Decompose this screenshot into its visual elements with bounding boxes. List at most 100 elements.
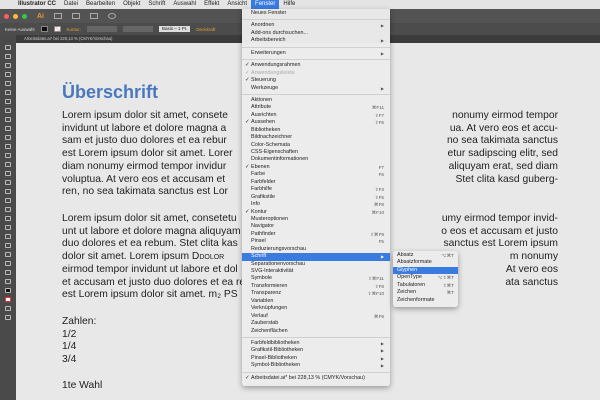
stroke-weight-field[interactable]: [87, 26, 118, 32]
menu-item-symbole[interactable]: Symbole ⇧⌘F11: [242, 275, 390, 282]
menu-item-add-ons-durchsuchen[interactable]: Add-ons durchsuchen...: [242, 30, 390, 37]
menu-item-werkzeuge[interactable]: Werkzeuge ▶: [242, 85, 390, 92]
para1-line-left[interactable]: est Lorem ipsum dolor sit amet. Lorer: [62, 148, 233, 160]
direct-selection-tool-icon[interactable]: [5, 54, 11, 59]
slice-tool-icon[interactable]: [5, 261, 11, 266]
menu-item-navigator[interactable]: Navigator: [242, 223, 390, 230]
menu-item-zauberstab[interactable]: Zauberstab: [242, 320, 390, 327]
artboard-tool-icon[interactable]: [5, 252, 11, 257]
mesh-tool-icon[interactable]: [5, 198, 11, 203]
menu-auswahl[interactable]: Auswahl: [169, 0, 200, 9]
minimize-window-button[interactable]: [13, 13, 18, 19]
menu-item-reduzierungsvorschau[interactable]: Reduzierungsvorschau: [242, 246, 390, 253]
menu-item-dokumentinformationen[interactable]: Dokumentinformationen: [242, 156, 390, 163]
para2-line-right[interactable]: At vero eos: [506, 264, 558, 276]
menu-effekt[interactable]: Effekt: [200, 0, 223, 9]
menu-illustrator[interactable]: Illustrator CC: [14, 0, 60, 9]
list-line[interactable]: 1/4: [62, 341, 76, 353]
last-line[interactable]: 1te Wahl: [62, 380, 102, 392]
menu-item-variablen[interactable]: Variablen: [242, 298, 390, 305]
stock-icon[interactable]: [72, 13, 80, 19]
eyedropper-tool-icon[interactable]: [5, 216, 11, 221]
shape-builder-tool-icon[interactable]: [5, 180, 11, 185]
brush-select[interactable]: Basis – 1 Pt.: [159, 26, 191, 32]
gpu-icon[interactable]: [108, 13, 116, 19]
para2-line-right[interactable]: m nonumy: [510, 251, 558, 263]
menu-item-farbfeldbibliotheken[interactable]: Farbfeldbibliotheken ▶: [242, 340, 390, 347]
menu-item-css-eigenschaften[interactable]: CSS-Eigenschaften: [242, 149, 390, 156]
menu-item-arbeitsbereich[interactable]: Arbeitsbereich ▶: [242, 37, 390, 44]
menu-item-pathfinder[interactable]: Pathfinder ⇧⌘F9: [242, 231, 390, 238]
menu-objekt[interactable]: Objekt: [119, 0, 144, 9]
drawing-mode-icon[interactable]: [5, 306, 11, 311]
screen-mode-icon[interactable]: [5, 315, 11, 320]
menu-item-symbol-bibliotheken[interactable]: Symbol-Bibliotheken ▶: [242, 362, 390, 369]
list-line[interactable]: Zahlen:: [62, 316, 96, 328]
para1-line-left[interactable]: invidunt ut labore et dolore magna a: [62, 123, 226, 135]
hand-tool-icon[interactable]: [5, 270, 11, 275]
pen-tool-icon[interactable]: [5, 72, 11, 77]
menu-item-neues-fenster[interactable]: Neues Fenster: [242, 10, 390, 17]
para2-line-right[interactable]: umy eirmod tempor invid-: [442, 213, 558, 225]
menu-item-farbe[interactable]: Farbe F6: [242, 171, 390, 178]
graph-tool-icon[interactable]: [5, 243, 11, 248]
menu-item-aussehen[interactable]: ✓ Aussehen ⇧F6: [242, 119, 390, 126]
arrange-documents-icon[interactable]: [90, 13, 98, 19]
menu-item-glyphen[interactable]: Glyphen: [393, 266, 458, 275]
menu-item-grafikstil-bibliotheken[interactable]: Grafikstil-Bibliotheken ▶: [242, 347, 390, 354]
para1-line-right[interactable]: Stet clita kasd guberg-: [456, 174, 558, 186]
scale-tool-icon[interactable]: [5, 153, 11, 158]
menu-item-schrift[interactable]: Schrift ▶: [242, 253, 390, 261]
menu-item-absatzformate[interactable]: Absatzformate: [393, 259, 458, 266]
curvature-tool-icon[interactable]: [5, 81, 11, 86]
menu-item-info[interactable]: Info ⌘F8: [242, 201, 390, 208]
para2-line-left[interactable]: et accusam et justo duo dolores et ea re: [62, 277, 245, 289]
menu-item-kontur[interactable]: ✓ Kontur ⌘F10: [242, 209, 390, 216]
menu-item-zeichen[interactable]: Zeichen ⌘T: [393, 289, 458, 296]
menu-item-bibliotheken[interactable]: Bibliotheken: [242, 127, 390, 134]
menu-item-farbhilfe[interactable]: Farbhilfe ⇧F3: [242, 186, 390, 193]
menu-item-bildnachzeichner[interactable]: Bildnachzeichner: [242, 134, 390, 141]
fill-swatch[interactable]: [40, 26, 48, 32]
menu-item-ebenen[interactable]: ✓ Ebenen F7: [242, 164, 390, 171]
menu-ansicht[interactable]: Ansicht: [223, 0, 251, 9]
para1-line-right[interactable]: ua. At vero eos et accu-: [450, 123, 558, 135]
para1-line-right[interactable]: etur sadipscing elitr, sed: [448, 148, 558, 160]
eraser-tool-icon[interactable]: [5, 135, 11, 140]
zoom-window-button[interactable]: [22, 13, 27, 19]
menu-item-aktionen[interactable]: Aktionen: [242, 97, 390, 104]
line-tool-icon[interactable]: [5, 99, 11, 104]
menu-item-pinsel[interactable]: Pinsel F5: [242, 238, 390, 245]
perspective-tool-icon[interactable]: [5, 189, 11, 194]
magic-wand-tool-icon[interactable]: [5, 63, 11, 68]
fill-color-icon[interactable]: [5, 288, 11, 293]
opacity-label[interactable]: Deckkraft: [196, 27, 215, 32]
gradient-tool-icon[interactable]: [5, 207, 11, 212]
menu-item-musteroptionen[interactable]: Musteroptionen: [242, 216, 390, 223]
menu-item-verlauf[interactable]: Verlauf ⌘F9: [242, 313, 390, 320]
type-tool-icon[interactable]: [5, 90, 11, 95]
menu-schrift[interactable]: Schrift: [144, 0, 169, 9]
para1-line-left[interactable]: sam et justo duo dolores et ea rebur: [62, 135, 227, 147]
menu-item-anordnen[interactable]: Anordnen ▶: [242, 22, 390, 29]
paintbrush-tool-icon[interactable]: [5, 117, 11, 122]
para1-line-right[interactable]: nonumy eirmod tempor: [452, 110, 558, 122]
menu-item-anwendungsrahmen[interactable]: ✓ Anwendungsrahmen: [242, 62, 390, 69]
list-line[interactable]: 3/4: [62, 354, 76, 366]
para2-line-right[interactable]: sanctus est Lorem ipsum: [444, 238, 558, 250]
menu-hilfe[interactable]: Hilfe: [279, 0, 299, 9]
page-heading[interactable]: Überschrift: [62, 82, 158, 103]
menu-item-zeichenformate[interactable]: Zeichenformate: [393, 297, 458, 304]
menu-item-steuerung[interactable]: ✓ Steuerung: [242, 77, 390, 84]
menu-item-opentype[interactable]: OpenType ⌥⇧⌘T: [393, 274, 458, 281]
free-transform-tool-icon[interactable]: [5, 171, 11, 176]
menu-item-color-schemata[interactable]: Color-Schemata: [242, 142, 390, 149]
stroke-color-icon[interactable]: [5, 297, 11, 302]
menu-item-separationenvorschau[interactable]: Separationenvorschau: [242, 261, 390, 268]
stroke-swatch[interactable]: [53, 26, 61, 32]
stroke-label[interactable]: Kontur:: [67, 27, 82, 32]
menu-item-erweiterungen[interactable]: Erweiterungen ▶: [242, 50, 390, 57]
menu-item-attribute[interactable]: Attribute ⌘F11: [242, 104, 390, 111]
para2-line-left[interactable]: eirmod tempor invidunt ut labore et dol: [62, 264, 238, 276]
menu-item-svg-interaktivität[interactable]: SVG-Interaktivität: [242, 268, 390, 275]
